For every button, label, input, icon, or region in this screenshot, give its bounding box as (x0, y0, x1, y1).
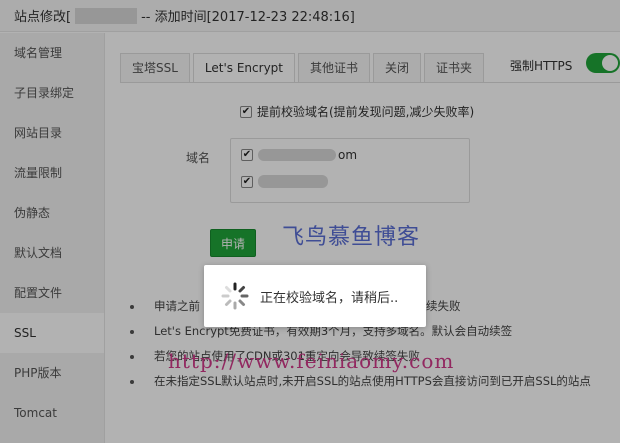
loading-text: 正在校验域名，请稍后.. (260, 290, 399, 306)
modal-overlay (0, 0, 620, 443)
loading-spinner-icon (221, 282, 249, 310)
loading-dialog: 正在校验域名，请稍后.. (204, 265, 426, 327)
